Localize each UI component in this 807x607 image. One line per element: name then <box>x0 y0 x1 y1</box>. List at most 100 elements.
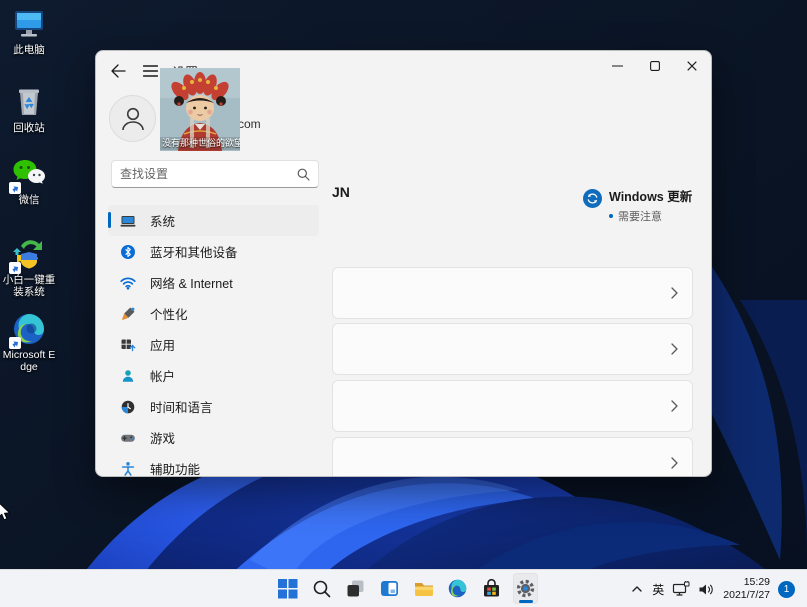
chevron-right-icon <box>671 400 678 412</box>
desktop-icon-edge[interactable]: Microsoft Edge <box>0 311 58 373</box>
desktop-icon-label: 回收站 <box>0 122 58 134</box>
back-button[interactable] <box>104 60 132 82</box>
accounts-icon <box>120 368 136 384</box>
hidden-icons-chevron[interactable] <box>630 583 644 595</box>
nav-item-accessibility[interactable]: 辅助功能 <box>108 453 319 477</box>
settings-search[interactable] <box>111 160 319 188</box>
status-dot <box>609 214 613 218</box>
nav-item-network[interactable]: 网络 & Internet <box>108 267 319 298</box>
file-explorer-button[interactable] <box>411 573 436 604</box>
taskbar-search-button[interactable] <box>309 573 334 604</box>
nav-item-gaming[interactable]: 游戏 <box>108 422 319 453</box>
store-button[interactable] <box>479 573 504 604</box>
chevron-right-icon <box>671 287 678 299</box>
time-language-icon <box>120 399 136 415</box>
settings-gear-icon <box>515 578 536 599</box>
person-icon <box>116 102 150 136</box>
clock-date: 2021/7/27 <box>723 589 770 602</box>
accessibility-icon <box>120 461 136 477</box>
shortcut-arrow-icon <box>9 262 21 274</box>
desktop-icon-reinstall-tool[interactable]: 小白一键重装系统 <box>0 236 58 298</box>
system-tray: 英 15:29 2021/7/27 1 <box>630 570 795 607</box>
search-icon[interactable] <box>297 168 310 181</box>
shortcut-arrow-icon <box>9 182 21 194</box>
nav-item-label: 辅助功能 <box>150 459 200 477</box>
ime-indicator[interactable]: 英 <box>652 581 664 598</box>
settings-content: JN Windows 更新 <box>332 51 693 476</box>
nav-item-accounts[interactable]: 帐户 <box>108 360 319 391</box>
mouse-cursor <box>0 502 11 522</box>
overlay-image: 没有那种世俗的欲望 <box>160 68 240 151</box>
file-explorer-icon <box>413 578 435 600</box>
edge-button[interactable] <box>445 573 470 604</box>
settings-nav: 系统 蓝牙和其他设备 网络 & Internet 个性化 应用 帐户 <box>108 205 319 477</box>
account-avatar[interactable] <box>109 95 156 142</box>
settings-card[interactable] <box>332 267 693 319</box>
nav-item-apps[interactable]: 应用 <box>108 329 319 360</box>
nav-item-label: 应用 <box>150 335 175 354</box>
chevron-right-icon <box>671 457 678 469</box>
settings-card[interactable] <box>332 437 693 477</box>
network-tray-icon[interactable] <box>672 581 690 597</box>
nav-item-time-language[interactable]: 时间和语言 <box>108 391 319 422</box>
gaming-icon <box>120 430 136 446</box>
task-view-button[interactable] <box>343 573 368 604</box>
windows-update-icon <box>583 189 602 208</box>
widgets-button[interactable] <box>377 573 402 604</box>
notification-badge[interactable]: 1 <box>778 581 795 598</box>
settings-card[interactable] <box>332 380 693 432</box>
desktop-icon-label: 小白一键重装系统 <box>0 274 58 298</box>
task-view-icon <box>345 578 366 599</box>
nav-item-label: 时间和语言 <box>150 397 213 416</box>
nav-item-label: 系统 <box>150 211 175 230</box>
wechat-icon <box>11 156 47 192</box>
start-button[interactable] <box>275 573 300 604</box>
desktop-icon-label: 微信 <box>0 194 58 206</box>
desktop-icon-wechat[interactable]: 微信 <box>0 156 58 206</box>
taskbar-center <box>275 573 538 604</box>
desktop-icon-label: Microsoft Edge <box>0 349 58 373</box>
nav-item-label: 网络 & Internet <box>150 273 233 292</box>
nav-item-label: 蓝牙和其他设备 <box>150 242 238 261</box>
microsoft-store-icon <box>481 578 502 599</box>
desktop-icon-label: 此电脑 <box>0 44 58 56</box>
hamburger-icon <box>143 65 158 77</box>
nav-item-label: 帐户 <box>150 366 175 385</box>
account-email: com <box>238 117 261 131</box>
recycle-bin-icon <box>11 84 47 120</box>
chevron-right-icon <box>671 343 678 355</box>
windows-start-icon <box>277 578 298 599</box>
apps-icon <box>120 337 136 353</box>
desktop-icon-recycle-bin[interactable]: 回收站 <box>0 84 58 134</box>
windows-update-summary[interactable]: Windows 更新 需要注意 <box>583 186 693 224</box>
desktop: 此电脑 回收站 <box>0 0 807 607</box>
this-pc-icon <box>11 6 47 42</box>
clock-time: 15:29 <box>723 576 770 589</box>
edge-icon <box>447 578 468 599</box>
settings-window: 设置 com <box>95 50 712 477</box>
windows-update-status: 需要注意 <box>618 208 662 224</box>
nav-item-system[interactable]: 系统 <box>108 205 319 236</box>
reinstall-tool-icon <box>11 236 47 272</box>
bluetooth-icon <box>120 244 136 260</box>
widgets-icon <box>379 578 400 599</box>
nav-item-bluetooth[interactable]: 蓝牙和其他设备 <box>108 236 319 267</box>
search-input[interactable] <box>112 167 297 181</box>
clock[interactable]: 15:29 2021/7/27 <box>723 576 770 602</box>
overlay-image-caption: 没有那种世俗的欲望 <box>160 137 240 150</box>
device-name: JN <box>332 184 350 200</box>
desktop-icon-this-pc[interactable]: 此电脑 <box>0 6 58 56</box>
personalization-icon <box>120 306 136 322</box>
back-arrow-icon <box>112 65 125 77</box>
settings-card[interactable] <box>332 323 693 375</box>
nav-item-personalization[interactable]: 个性化 <box>108 298 319 329</box>
edge-icon <box>11 311 47 347</box>
search-icon <box>312 579 332 599</box>
windows-update-title: Windows 更新 <box>609 186 692 205</box>
nav-item-label: 个性化 <box>150 304 188 323</box>
nav-item-label: 游戏 <box>150 428 175 447</box>
network-icon <box>120 275 136 291</box>
settings-taskbar-button[interactable] <box>513 573 538 604</box>
system-icon <box>120 213 136 229</box>
volume-tray-icon[interactable] <box>698 582 715 597</box>
